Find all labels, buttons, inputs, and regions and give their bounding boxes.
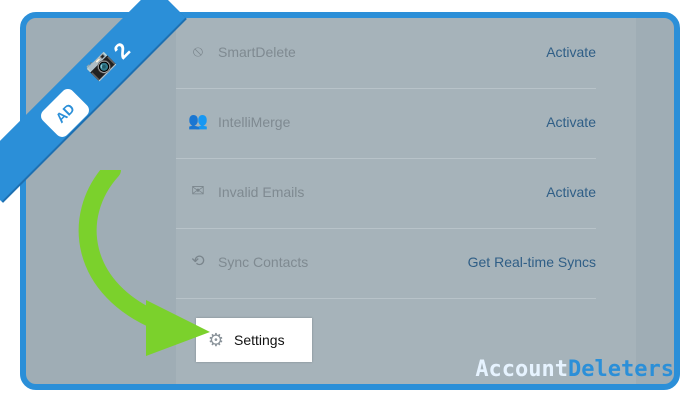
row-invalid-emails: ✉ Invalid Emails Activate bbox=[176, 158, 596, 229]
smartdelete-icon: ⦸ bbox=[192, 43, 204, 60]
row-sync-contacts: ⟲ Sync Contacts Get Real-time Syncs bbox=[176, 228, 596, 299]
settings-label: Settings bbox=[234, 332, 285, 348]
row-label: Sync Contacts bbox=[218, 254, 309, 270]
activate-link[interactable]: Activate bbox=[546, 44, 596, 60]
green-arrow-icon bbox=[78, 170, 210, 356]
activate-link[interactable]: Activate bbox=[546, 114, 596, 130]
row-smartdelete: ⦸ SmartDelete Activate bbox=[176, 18, 596, 89]
row-label: Invalid Emails bbox=[218, 184, 305, 200]
intellimerge-icon: 👥 bbox=[188, 113, 208, 130]
row-intellimerge: 👥 IntelliMerge Activate bbox=[176, 88, 596, 159]
row-label: SmartDelete bbox=[218, 44, 296, 60]
watermark-deleters: Deleters bbox=[568, 357, 674, 382]
account-deleters-watermark: AccountDeleters bbox=[475, 357, 674, 382]
row-label: IntelliMerge bbox=[218, 114, 291, 130]
get-realtime-syncs-link[interactable]: Get Real-time Syncs bbox=[468, 254, 596, 270]
watermark-account: Account bbox=[475, 357, 569, 382]
activate-link[interactable]: Activate bbox=[546, 184, 596, 200]
